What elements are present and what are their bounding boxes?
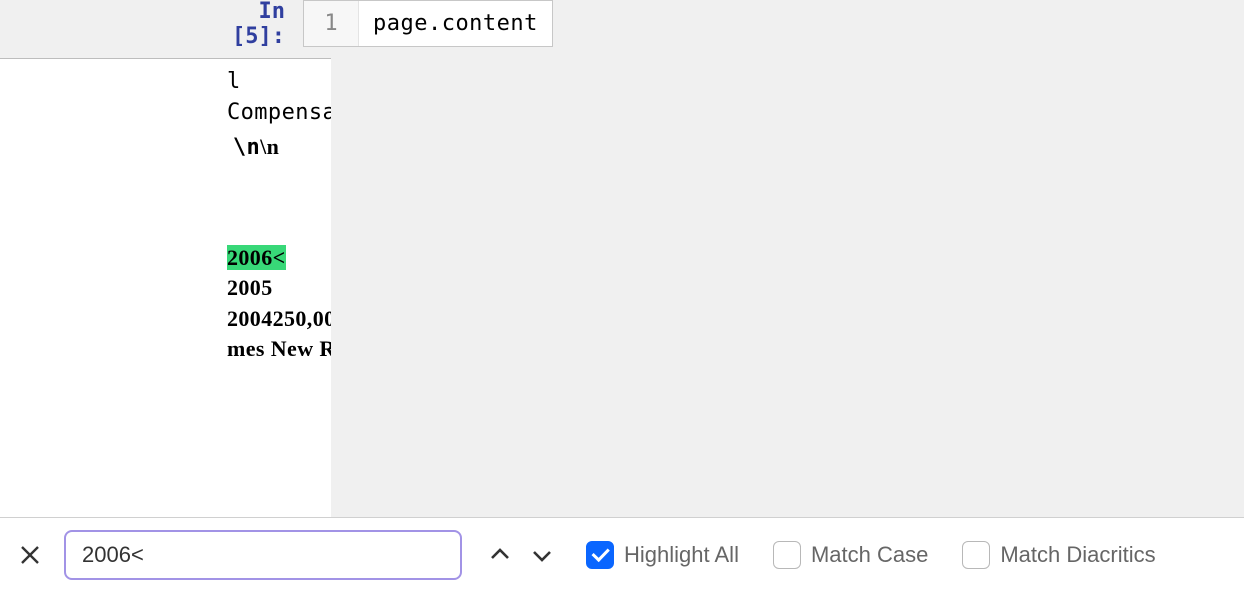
cell-code-text[interactable]: page.content <box>359 1 552 46</box>
find-bar: Highlight All Match Case Match Diacritic… <box>0 517 1244 592</box>
prev-match-icon[interactable] <box>484 539 516 571</box>
close-icon[interactable] <box>10 535 50 575</box>
highlight-all-label: Highlight All <box>624 542 739 568</box>
line-number: 1 <box>304 1 359 46</box>
match-case-option[interactable]: Match Case <box>773 541 928 569</box>
code-cell-header: In [5]: 1 page.content <box>232 0 331 47</box>
match-case-checkbox[interactable] <box>773 541 801 569</box>
input-prompt: In [5]: <box>232 0 303 49</box>
find-input[interactable] <box>64 530 462 580</box>
code-cell-input[interactable]: 1 page.content <box>303 0 553 47</box>
highlight-all-checkbox[interactable] <box>586 541 614 569</box>
left-gutter: In [5]: 1 page.content PAN="2" ALIGN="ce… <box>0 0 331 517</box>
match-diacritics-label: Match Diacritics <box>1000 542 1155 568</box>
cell-output[interactable]: PAN="2" ALIGN="center" STYLE="border-bot… <box>0 58 331 517</box>
highlight-all-option[interactable]: Highlight All <box>586 541 739 569</box>
match-diacritics-checkbox[interactable] <box>962 541 990 569</box>
next-match-icon[interactable] <box>526 539 558 571</box>
match-case-label: Match Case <box>811 542 928 568</box>
content-column <box>331 0 1244 517</box>
notebook-main: In [5]: 1 page.content PAN="2" ALIGN="ce… <box>0 0 1244 517</box>
match-diacritics-option[interactable]: Match Diacritics <box>962 541 1155 569</box>
output-text[interactable]: PAN="2" ALIGN="center" STYLE="border-bot… <box>227 58 331 417</box>
find-nav <box>484 539 558 571</box>
